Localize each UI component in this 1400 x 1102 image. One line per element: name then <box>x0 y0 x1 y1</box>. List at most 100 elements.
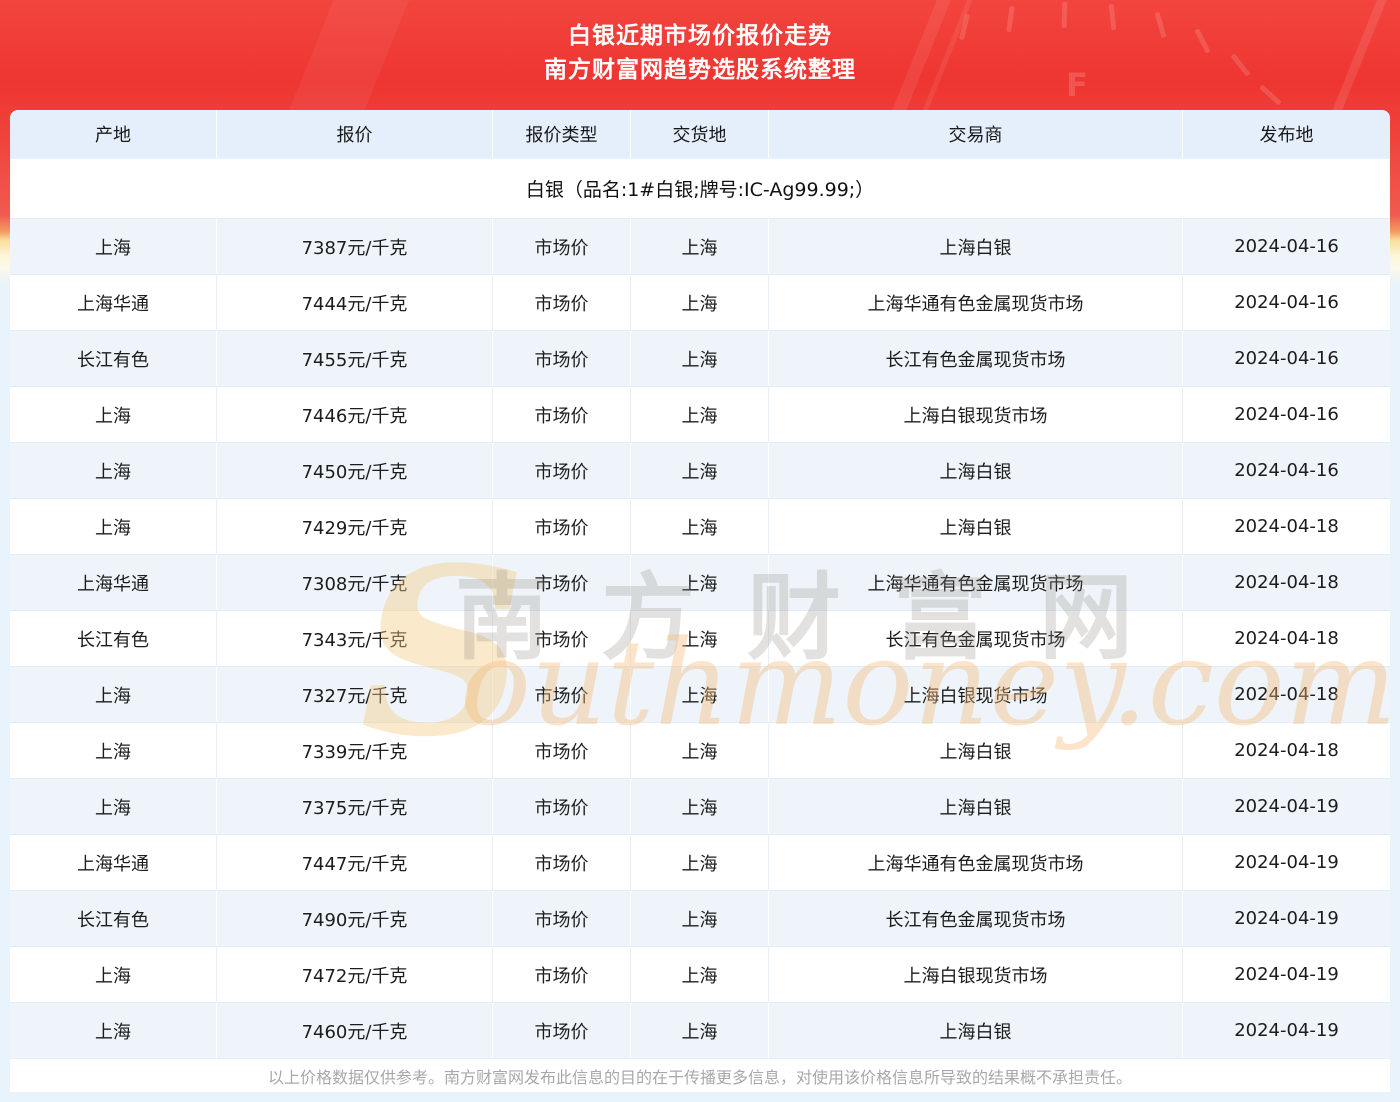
table-cell: 7308元/千克 <box>217 554 493 610</box>
disclaimer-text: 以上价格数据仅供参考。南方财富网发布此信息的目的在于传播更多信息，对使用该价格信… <box>10 1058 1390 1092</box>
page-banner: F 白银近期市场价报价走势 南方财富网趋势选股系统整理 <box>0 0 1400 110</box>
table-cell: 上海 <box>631 554 769 610</box>
table-cell: 2024-04-16 <box>1183 330 1390 386</box>
table-cell: 2024-04-18 <box>1183 498 1390 554</box>
table-header-row: 产地报价报价类型交货地交易商发布地 <box>10 110 1390 158</box>
table-cell: 上海华通 <box>10 274 217 330</box>
column-header: 产地 <box>10 110 217 158</box>
table-cell: 上海 <box>10 722 217 778</box>
table-cell: 7472元/千克 <box>217 946 493 1002</box>
table-cell: 7455元/千克 <box>217 330 493 386</box>
table-cell: 长江有色金属现货市场 <box>769 610 1183 666</box>
table-cell: 市场价 <box>493 274 631 330</box>
table-cell: 上海 <box>631 722 769 778</box>
table-cell: 市场价 <box>493 218 631 274</box>
table-cell: 2024-04-16 <box>1183 274 1390 330</box>
table-cell: 7460元/千克 <box>217 1002 493 1058</box>
column-header: 报价 <box>217 110 493 158</box>
gauge-tick-decor <box>1259 84 1282 105</box>
table-cell: 长江有色金属现货市场 <box>769 330 1183 386</box>
table-cell: 2024-04-16 <box>1183 442 1390 498</box>
table-cell: 市场价 <box>493 946 631 1002</box>
table-cell: 7429元/千克 <box>217 498 493 554</box>
table-cell: 市场价 <box>493 722 631 778</box>
table-cell: 上海 <box>10 946 217 1002</box>
table-cell: 上海 <box>631 498 769 554</box>
table-cell: 上海 <box>631 386 769 442</box>
table-cell: 上海白银 <box>769 498 1183 554</box>
table-cell: 上海华通有色金属现货市场 <box>769 274 1183 330</box>
table-cell: 市场价 <box>493 666 631 722</box>
table-footer-row: 以上价格数据仅供参考。南方财富网发布此信息的目的在于传播更多信息，对使用该价格信… <box>10 1058 1390 1092</box>
table-cell: 上海 <box>10 1002 217 1058</box>
table-cell: 2024-04-18 <box>1183 666 1390 722</box>
table-cell: 上海白银现货市场 <box>769 666 1183 722</box>
table-cell: 2024-04-19 <box>1183 890 1390 946</box>
table-cell: 2024-04-19 <box>1183 946 1390 1002</box>
table-cell: 7375元/千克 <box>217 778 493 834</box>
table-cell: 上海华通有色金属现货市场 <box>769 834 1183 890</box>
table-cell: 市场价 <box>493 554 631 610</box>
table-cell: 市场价 <box>493 498 631 554</box>
table-cell: 2024-04-16 <box>1183 218 1390 274</box>
table-cell: 上海白银 <box>769 1002 1183 1058</box>
table-cell: 2024-04-19 <box>1183 1002 1390 1058</box>
table-row: 上海华通7444元/千克市场价上海上海华通有色金属现货市场2024-04-16 <box>10 274 1390 330</box>
table-cell: 上海白银 <box>769 218 1183 274</box>
page-subtitle: 南方财富网趋势选股系统整理 <box>544 59 856 82</box>
table-cell: 长江有色 <box>10 890 217 946</box>
table-row: 上海7450元/千克市场价上海上海白银2024-04-16 <box>10 442 1390 498</box>
table-cell: 7327元/千克 <box>217 666 493 722</box>
price-table-container: 产地报价报价类型交货地交易商发布地 白银（品名:1#白银;牌号:IC-Ag99.… <box>10 110 1390 1092</box>
table-cell: 市场价 <box>493 778 631 834</box>
table-row: 上海华通7308元/千克市场价上海上海华通有色金属现货市场2024-04-18 <box>10 554 1390 610</box>
table-cell: 市场价 <box>493 1002 631 1058</box>
table-cell: 上海 <box>631 946 769 1002</box>
table-cell: 上海 <box>631 778 769 834</box>
column-header: 交货地 <box>631 110 769 158</box>
table-cell: 7447元/千克 <box>217 834 493 890</box>
table-cell: 7444元/千克 <box>217 274 493 330</box>
table-row: 长江有色7343元/千克市场价上海长江有色金属现货市场2024-04-18 <box>10 610 1390 666</box>
table-cell: 上海 <box>10 442 217 498</box>
table-cell: 上海 <box>631 834 769 890</box>
table-cell: 上海 <box>10 386 217 442</box>
table-cell: 上海 <box>631 610 769 666</box>
table-row: 上海7339元/千克市场价上海上海白银2024-04-18 <box>10 722 1390 778</box>
table-row: 上海7327元/千克市场价上海上海白银现货市场2024-04-18 <box>10 666 1390 722</box>
product-info-cell: 白银（品名:1#白银;牌号:IC-Ag99.99;） <box>10 158 1390 218</box>
table-cell: 上海 <box>10 498 217 554</box>
table-cell: 7450元/千克 <box>217 442 493 498</box>
table-row: 上海7472元/千克市场价上海上海白银现货市场2024-04-19 <box>10 946 1390 1002</box>
table-cell: 7339元/千克 <box>217 722 493 778</box>
table-cell: 2024-04-19 <box>1183 834 1390 890</box>
table-row: 长江有色7455元/千克市场价上海长江有色金属现货市场2024-04-16 <box>10 330 1390 386</box>
table-cell: 上海白银 <box>769 442 1183 498</box>
table-row: 上海7460元/千克市场价上海上海白银2024-04-19 <box>10 1002 1390 1058</box>
table-cell: 上海白银 <box>769 722 1183 778</box>
table-cell: 上海华通有色金属现货市场 <box>769 554 1183 610</box>
column-header: 报价类型 <box>493 110 631 158</box>
table-row: 上海7387元/千克市场价上海上海白银2024-04-16 <box>10 218 1390 274</box>
table-cell: 上海 <box>10 666 217 722</box>
table-cell: 7387元/千克 <box>217 218 493 274</box>
table-cell: 长江有色金属现货市场 <box>769 890 1183 946</box>
table-cell: 上海白银 <box>769 778 1183 834</box>
table-cell: 2024-04-18 <box>1183 722 1390 778</box>
table-cell: 2024-04-18 <box>1183 610 1390 666</box>
table-cell: 上海 <box>631 442 769 498</box>
table-cell: 上海 <box>631 274 769 330</box>
table-cell: 上海 <box>631 330 769 386</box>
table-cell: 上海华通 <box>10 554 217 610</box>
table-cell: 7446元/千克 <box>217 386 493 442</box>
table-cell: 7343元/千克 <box>217 610 493 666</box>
table-cell: 市场价 <box>493 386 631 442</box>
table-cell: 上海 <box>631 1002 769 1058</box>
table-cell: 长江有色 <box>10 330 217 386</box>
table-cell: 上海 <box>631 666 769 722</box>
table-cell: 上海 <box>631 890 769 946</box>
table-cell: 上海白银现货市场 <box>769 386 1183 442</box>
table-cell: 市场价 <box>493 890 631 946</box>
table-cell: 长江有色 <box>10 610 217 666</box>
table-row: 上海7375元/千克市场价上海上海白银2024-04-19 <box>10 778 1390 834</box>
